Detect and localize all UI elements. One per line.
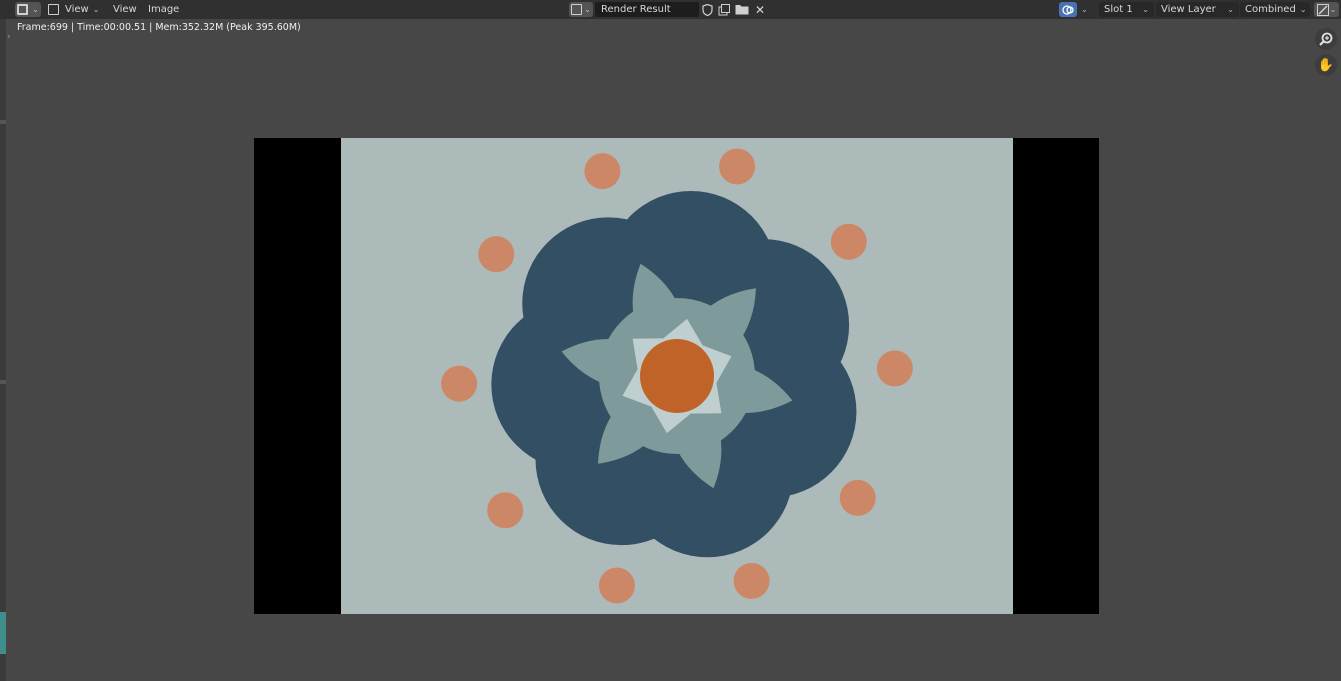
image-name-field[interactable]: Render Result xyxy=(595,2,699,17)
left-region-strip xyxy=(0,0,6,681)
render-result-image[interactable] xyxy=(254,138,1099,614)
orbit-dot xyxy=(733,562,770,599)
orbit-dot xyxy=(441,365,478,402)
new-image-button[interactable] xyxy=(717,2,731,17)
sidebar-toggle-icon xyxy=(1316,3,1329,16)
image-editor-header: ⌄ View ⌄ View Image ⌄ Render Result ✕ ⌄ … xyxy=(0,0,1341,19)
center-circle xyxy=(640,339,714,413)
orbit-dot xyxy=(478,236,515,273)
chevron-down-icon: ⌄ xyxy=(1227,5,1234,14)
render-stats: Frame:699 | Time:00:00.51 | Mem:352.32M … xyxy=(17,22,301,33)
render-pass-dropdown[interactable]: Combined ⌄ xyxy=(1240,2,1310,17)
slot-dropdown[interactable]: Slot 1 ⌄ xyxy=(1099,2,1154,17)
open-image-button[interactable] xyxy=(734,2,750,17)
chevron-down-icon: ⌄ xyxy=(1142,5,1149,14)
strip-marker xyxy=(0,120,6,124)
strip-marker xyxy=(0,380,6,384)
display-channels-icon xyxy=(1059,2,1077,17)
close-icon: ✕ xyxy=(754,2,766,17)
view-layer-dropdown[interactable]: View Layer ⌄ xyxy=(1156,2,1239,17)
chevron-down-icon: ⌄ xyxy=(32,5,39,14)
view-menu[interactable]: View xyxy=(113,2,137,17)
editor-type-button[interactable]: ⌄ xyxy=(15,2,41,17)
new-image-icon xyxy=(718,3,730,15)
display-channels-dropdown[interactable]: ⌄ xyxy=(1059,2,1092,17)
orbit-dot xyxy=(839,479,876,516)
orbit-dot xyxy=(598,567,635,604)
chevron-down-icon: ⌄ xyxy=(584,5,591,14)
render-canvas xyxy=(341,138,1013,614)
pan-button[interactable]: ✋ xyxy=(1315,54,1337,76)
fake-user-button[interactable] xyxy=(700,2,714,17)
sidebar-toggle-button[interactable]: ⌄ xyxy=(1314,2,1339,17)
view-mode-dropdown[interactable]: View ⌄ xyxy=(48,2,103,17)
view-mode-icon xyxy=(48,4,59,15)
chevron-down-icon: ⌄ xyxy=(1329,5,1337,14)
toolbar-expand-icon[interactable]: › xyxy=(7,32,11,42)
orbit-dot xyxy=(876,350,913,387)
shield-icon xyxy=(701,3,713,16)
chevron-down-icon: ⌄ xyxy=(1299,5,1307,14)
image-editor-icon xyxy=(17,4,29,15)
chevron-down-icon: ⌄ xyxy=(1081,5,1088,14)
image-browse-icon xyxy=(571,4,583,15)
orbit-dot xyxy=(584,153,621,190)
slot-label: Slot 1 xyxy=(1104,4,1133,15)
view-mode-label: View xyxy=(65,4,89,15)
hand-icon: ✋ xyxy=(1317,57,1335,73)
orbit-dot xyxy=(487,492,524,529)
render-pass-label: Combined xyxy=(1245,4,1296,15)
chevron-down-icon: ⌄ xyxy=(92,5,100,14)
unlink-button[interactable]: ✕ xyxy=(753,2,767,17)
orbit-dot xyxy=(719,148,756,185)
timeline-indicator xyxy=(0,612,6,654)
image-browse-button[interactable]: ⌄ xyxy=(569,2,593,17)
folder-icon xyxy=(735,5,749,15)
view-layer-label: View Layer xyxy=(1161,4,1216,15)
zoom-icon xyxy=(1319,32,1333,46)
orbit-dot xyxy=(830,223,867,260)
image-menu[interactable]: Image xyxy=(148,2,179,17)
zoom-button[interactable] xyxy=(1315,28,1337,50)
